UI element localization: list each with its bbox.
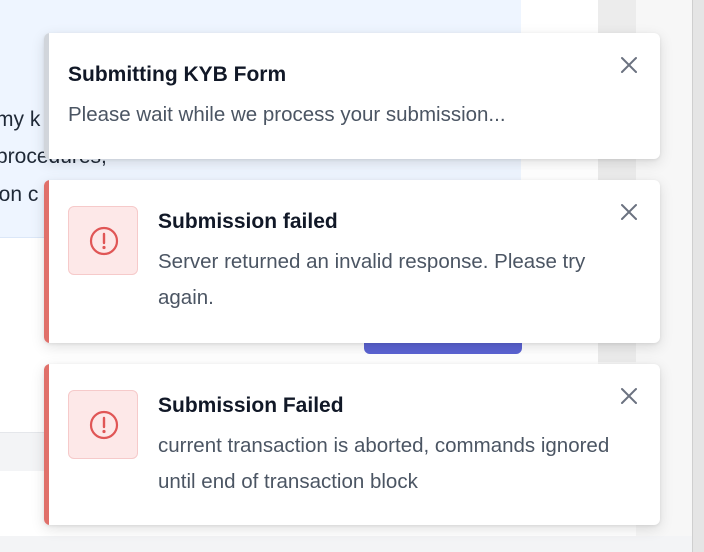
toast-accent-bar (44, 180, 49, 343)
window-scrollbar[interactable] (692, 0, 704, 552)
background-text-line: ion c (0, 183, 39, 206)
alert-icon-container (68, 206, 138, 275)
close-icon[interactable] (618, 385, 640, 407)
alert-icon-container (68, 390, 138, 459)
toast-accent-bar (44, 364, 49, 525)
toast-message: Please wait while we process your submis… (68, 103, 506, 126)
toast-accent-bar (44, 33, 49, 159)
close-icon[interactable] (618, 201, 640, 223)
toast-submission-failed: Submission failed Server returned an inv… (44, 180, 660, 343)
toast-submitting: Submitting KYB Form Please wait while we… (44, 33, 660, 159)
alert-circle-icon (89, 410, 119, 440)
background-text-line: my k (0, 108, 41, 131)
toast-message: Server returned an invalid response. Ple… (158, 250, 586, 309)
toast-title: Submission Failed (158, 394, 344, 417)
toast-message: current transaction is aborted, commands… (158, 434, 610, 493)
close-icon[interactable] (618, 54, 640, 76)
toast-title: Submission failed (158, 210, 338, 233)
toast-title: Submitting KYB Form (68, 63, 287, 86)
background-bottom-strip (0, 536, 692, 552)
alert-circle-icon (89, 226, 119, 256)
toast-transaction-aborted: Submission Failed current transaction is… (44, 364, 660, 525)
